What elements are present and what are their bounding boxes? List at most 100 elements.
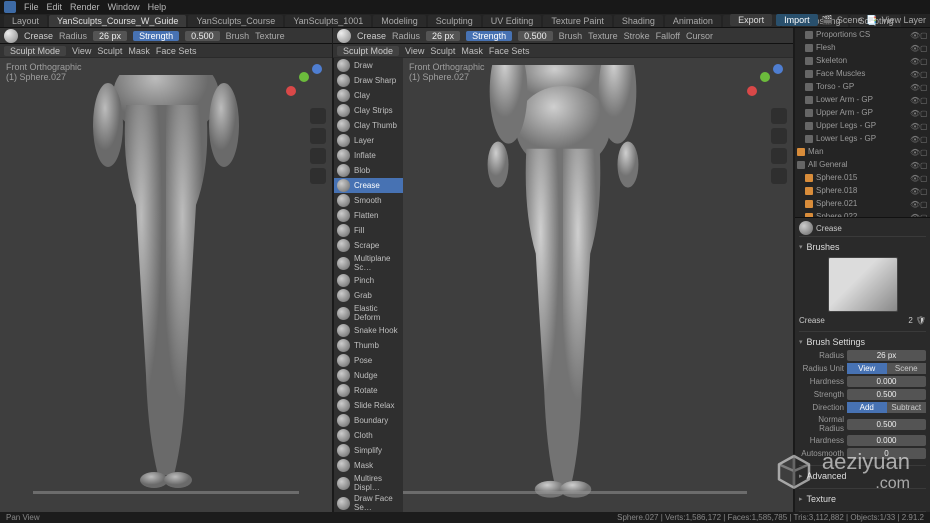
hardness-value[interactable]: 0.000 <box>847 376 926 387</box>
tab-uv[interactable]: UV Editing <box>483 15 542 27</box>
brush-item-draw-face-se-[interactable]: Draw Face Se… <box>334 493 403 512</box>
brush-name-left[interactable]: Crease <box>24 31 53 41</box>
brush-item-mask[interactable]: Mask <box>334 458 403 473</box>
radius-value[interactable]: 26 px <box>847 350 926 361</box>
restrict-icon[interactable]: ▢ <box>920 57 928 65</box>
export-button[interactable]: Export <box>730 14 772 26</box>
outliner-row[interactable]: Lower Legs - GP👁▢ <box>795 132 930 145</box>
outliner-row[interactable]: Sphere.022👁▢ <box>795 210 930 218</box>
strength-input-left[interactable]: 0.500 <box>185 31 220 41</box>
pan-icon[interactable] <box>310 128 326 144</box>
scene-name[interactable]: Scene <box>837 15 863 25</box>
outliner-row[interactable]: Face Muscles👁▢ <box>795 67 930 80</box>
axis-y-icon-right[interactable] <box>760 72 770 82</box>
eye-icon[interactable]: 👁 <box>910 70 918 78</box>
restrict-icon[interactable]: ▢ <box>920 109 928 117</box>
camera-icon-right[interactable] <box>771 148 787 164</box>
tab-animation[interactable]: Animation <box>665 15 721 27</box>
strength-value-prop[interactable]: 0.500 <box>847 389 926 400</box>
brush-item-pose[interactable]: Pose <box>334 353 403 368</box>
radius-input-right[interactable]: 26 px <box>426 31 460 41</box>
brush-item-clay-thumb[interactable]: Clay Thumb <box>334 118 403 133</box>
menu-view-left[interactable]: View <box>72 46 91 56</box>
viewport-left-canvas[interactable] <box>0 58 332 512</box>
eye-icon[interactable]: 👁 <box>910 109 918 117</box>
texture-menu-left[interactable]: Texture <box>255 31 285 41</box>
brush-item-snake-hook[interactable]: Snake Hook <box>334 323 403 338</box>
eye-icon[interactable]: 👁 <box>910 161 918 169</box>
brush-item-layer[interactable]: Layer <box>334 133 403 148</box>
outliner-row[interactable]: Sphere.015👁▢ <box>795 171 930 184</box>
brush-item-flatten[interactable]: Flatten <box>334 208 403 223</box>
direction-subtract[interactable]: Subtract <box>887 402 927 413</box>
outliner-row[interactable]: Upper Legs - GP👁▢ <box>795 119 930 132</box>
menu-facesets-left[interactable]: Face Sets <box>156 46 197 56</box>
brushes-header[interactable]: Brushes <box>799 240 926 254</box>
perspective-icon-right[interactable] <box>771 168 787 184</box>
brush-item-thumb[interactable]: Thumb <box>334 338 403 353</box>
stroke-menu-right[interactable]: Stroke <box>624 31 650 41</box>
brush-item-blob[interactable]: Blob <box>334 163 403 178</box>
brush-item-draw[interactable]: Draw <box>334 58 403 73</box>
blender-icon[interactable] <box>4 1 16 13</box>
brush-menu-left[interactable]: Brush <box>226 31 250 41</box>
eye-icon[interactable]: 👁 <box>910 174 918 182</box>
brush-preview-icon-right[interactable] <box>337 29 351 43</box>
brush-item-elastic-deform[interactable]: Elastic Deform <box>334 303 403 323</box>
restrict-icon[interactable]: ▢ <box>920 83 928 91</box>
outliner-row[interactable]: Flesh👁▢ <box>795 41 930 54</box>
menu-facesets-right[interactable]: Face Sets <box>489 46 530 56</box>
menu-help[interactable]: Help <box>148 2 167 12</box>
fake-user-icon[interactable]: 🛡 <box>916 316 926 325</box>
brush-item-grab[interactable]: Grab <box>334 288 403 303</box>
menu-view-right[interactable]: View <box>405 46 424 56</box>
tab-modeling[interactable]: Modeling <box>373 15 426 27</box>
restrict-icon[interactable]: ▢ <box>920 200 928 208</box>
brush-item-clay[interactable]: Clay <box>334 88 403 103</box>
restrict-icon[interactable]: ▢ <box>920 122 928 130</box>
menu-render[interactable]: Render <box>70 2 100 12</box>
advanced-header[interactable]: Advanced <box>799 469 926 483</box>
import-button[interactable]: Import <box>776 14 818 26</box>
zoom-icon-right[interactable] <box>771 108 787 124</box>
texture-menu-right[interactable]: Texture <box>588 31 618 41</box>
outliner-row[interactable]: All General👁▢ <box>795 158 930 171</box>
strength-input-right[interactable]: 0.500 <box>518 31 553 41</box>
menu-window[interactable]: Window <box>108 2 140 12</box>
layer-icon[interactable]: 📑 <box>866 15 877 26</box>
outliner-row[interactable]: Upper Arm - GP👁▢ <box>795 106 930 119</box>
brush-item-fill[interactable]: Fill <box>334 223 403 238</box>
outliner-row[interactable]: Lower Arm - GP👁▢ <box>795 93 930 106</box>
brush-item-pinch[interactable]: Pinch <box>334 273 403 288</box>
perspective-icon[interactable] <box>310 168 326 184</box>
nav-gizmo-right[interactable] <box>747 64 783 100</box>
outliner-row[interactable]: Sphere.021👁▢ <box>795 197 930 210</box>
brush-preview-name[interactable]: Crease <box>799 316 905 325</box>
nav-gizmo-left[interactable] <box>286 64 322 100</box>
radius-unit-scene[interactable]: Scene <box>887 363 927 374</box>
normal-radius-value[interactable]: 0.500 <box>847 419 926 430</box>
restrict-icon[interactable]: ▢ <box>920 148 928 156</box>
eye-icon[interactable]: 👁 <box>910 148 918 156</box>
eye-icon[interactable]: 👁 <box>910 83 918 91</box>
brush-item-smooth[interactable]: Smooth <box>334 193 403 208</box>
outliner-row[interactable]: Skeleton👁▢ <box>795 54 930 67</box>
restrict-icon[interactable]: ▢ <box>920 174 928 182</box>
eye-icon[interactable]: 👁 <box>910 96 918 104</box>
direction-add[interactable]: Add <box>847 402 887 413</box>
menu-mask-right[interactable]: Mask <box>461 46 483 56</box>
scene-icon[interactable]: 🎬 <box>822 15 833 26</box>
mode-dropdown-right[interactable]: Sculpt Mode <box>337 46 399 56</box>
eye-icon[interactable]: 👁 <box>910 135 918 143</box>
mode-dropdown-left[interactable]: Sculpt Mode <box>4 46 66 56</box>
brush-item-rotate[interactable]: Rotate <box>334 383 403 398</box>
eye-icon[interactable]: 👁 <box>910 31 918 39</box>
tab-layout[interactable]: Layout <box>4 15 47 27</box>
camera-icon[interactable] <box>310 148 326 164</box>
menu-sculpt-left[interactable]: Sculpt <box>97 46 122 56</box>
outliner-row[interactable]: Torso - GP👁▢ <box>795 80 930 93</box>
eye-icon[interactable]: 👁 <box>910 122 918 130</box>
axis-y-icon[interactable] <box>299 72 309 82</box>
brush-settings-header[interactable]: Brush Settings <box>799 335 926 349</box>
tab-yanguidesw[interactable]: YanSculpts_Course_W_Guide <box>49 15 186 27</box>
